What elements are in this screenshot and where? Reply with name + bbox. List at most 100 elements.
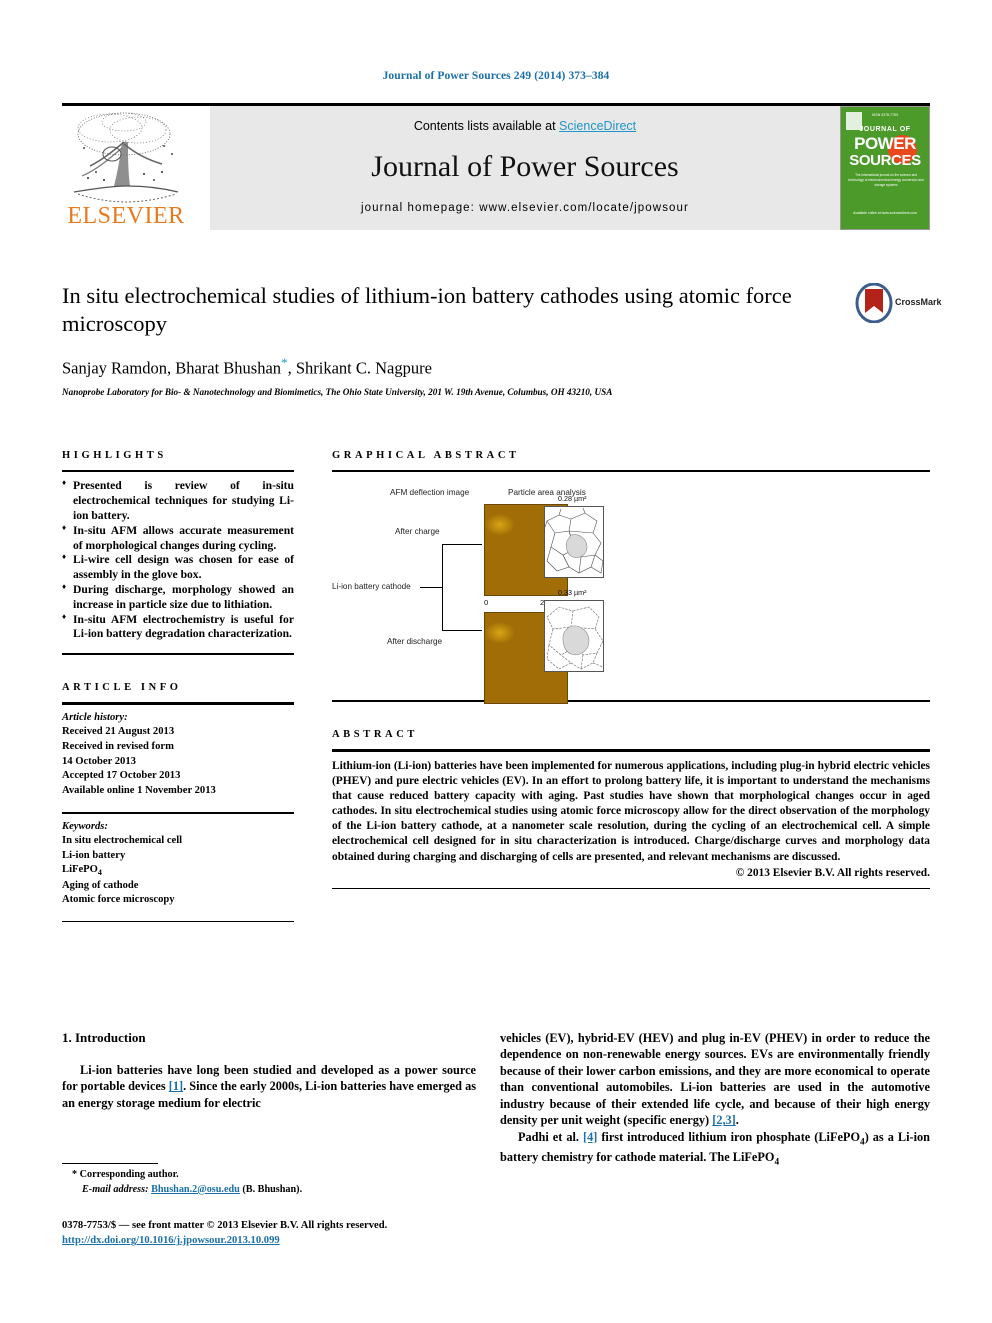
abstract-copyright: © 2013 Elsevier B.V. All rights reserved…	[735, 866, 930, 879]
journal-cover-thumbnail: ISSN 0378-7753 JOURNAL OF POWER SOURCES …	[840, 106, 930, 230]
issn-line: 0378-7753/$ — see front matter © 2013 El…	[62, 1220, 388, 1231]
highlights-list: Presented is review of in-situ electroch…	[62, 478, 294, 643]
keywords-block: Keywords: In situ electrochemical cell L…	[62, 820, 294, 908]
list-item: Presented is review of in-situ electroch…	[62, 478, 294, 523]
afm-scale-zero: 0	[484, 598, 489, 608]
cover-blurb: The international journal on the science…	[848, 173, 924, 187]
crossmark-badge[interactable]: CrossMark	[855, 283, 942, 327]
article-title: In situ electrochemical studies of lithi…	[62, 283, 792, 336]
body-column-right: vehicles (EV), hybrid-EV (HEV) and plug …	[500, 1030, 930, 1169]
ga-row-label-charge: After charge	[395, 527, 440, 537]
citation-4[interactable]: [4]	[583, 1130, 597, 1144]
email-link[interactable]: Bhushan.2@osu.edu	[151, 1184, 240, 1195]
particle-area-box-charge	[544, 506, 604, 579]
doi-link[interactable]: http://dx.doi.org/10.1016/j.jpowsour.201…	[62, 1235, 280, 1246]
keywords-bottom-rule	[62, 920, 294, 922]
ga-root-label: Li-ion battery cathode	[332, 582, 411, 592]
article-info-rule	[62, 702, 294, 705]
contents-prefix: Contents lists available at	[413, 119, 560, 133]
article-history-label: Article history:	[62, 711, 128, 723]
cover-bottom-text: Available online at www.sciencedirect.co…	[853, 211, 917, 216]
citation-1[interactable]: [1]	[169, 1079, 183, 1093]
highlights-rule	[62, 470, 294, 473]
history-item: Accepted 17 October 2013	[62, 770, 181, 782]
footnote-block: * Corresponding author. E-mail address: …	[62, 1168, 482, 1198]
intro-right-text-b: .	[735, 1113, 739, 1128]
history-item: Received 21 August 2013	[62, 726, 175, 738]
email-owner: (B. Bhushan).	[242, 1183, 303, 1195]
crossmark-icon	[855, 283, 893, 323]
elsevier-wordmark: ELSEVIER	[67, 203, 185, 229]
elsevier-logo: ELSEVIER	[62, 106, 190, 230]
highlights-bottom-rule	[62, 653, 294, 656]
authors-head: Sanjay Ramdon, Bharat Bhushan	[62, 358, 282, 378]
body-column-left: 1. Introduction Li-ion batteries have lo…	[62, 1030, 476, 1111]
history-item: 14 October 2013	[62, 755, 136, 767]
ga-row-label-discharge: After discharge	[387, 637, 443, 647]
graphical-abstract-figure: AFM deflection image Particle area analy…	[332, 482, 930, 705]
keywords-top-rule	[62, 812, 294, 814]
footnote-rule	[62, 1163, 158, 1165]
intro-paragraph-right-1: vehicles (EV), hybrid-EV (HEV) and plug …	[500, 1030, 930, 1129]
ga-column-label-afm: AFM deflection image	[390, 488, 470, 498]
cover-sources-text: SOURCES	[849, 152, 921, 169]
graphical-abstract-rule	[332, 470, 930, 473]
paper-page: Journal of Power Sources 249 (2014) 373–…	[0, 0, 992, 1323]
banner-center: Contents lists available at ScienceDirec…	[210, 106, 840, 230]
lifepo4-subscript-2: 4	[774, 1157, 780, 1168]
journal-banner: ELSEVIER Contents lists available at Sci…	[62, 106, 930, 230]
section-heading-introduction: 1. Introduction	[62, 1030, 146, 1045]
ga-connector-top	[442, 544, 482, 546]
keyword-item: Atomic force microscopy	[62, 894, 175, 906]
cover-power-text: POWER	[854, 134, 916, 153]
journal-title: Journal of Power Sources	[371, 150, 679, 183]
graphical-abstract-bottom-rule	[332, 700, 930, 703]
history-item: Available online 1 November 2013	[62, 784, 216, 796]
title-block: In situ electrochemical studies of lithi…	[62, 282, 852, 397]
keyword-item: LiFePO4	[62, 864, 102, 878]
abstract-rule	[332, 749, 930, 752]
list-item: In-situ AFM electrochemistry is useful f…	[62, 612, 294, 643]
contents-available-line: Contents lists available at ScienceDirec…	[210, 119, 840, 133]
citation-2-3[interactable]: [2,3]	[712, 1113, 736, 1127]
particle-outline-charge	[545, 508, 603, 574]
intro-paragraph-left: Li-ion batteries have long been studied …	[62, 1062, 476, 1111]
left-info-column: HIGHLIGHTS Presented is review of in-sit…	[62, 450, 294, 922]
right-info-column: GRAPHICAL ABSTRACT AFM deflection image …	[332, 450, 930, 889]
article-info-heading: ARTICLE INFO	[62, 682, 182, 694]
email-label: E-mail address:	[82, 1183, 149, 1195]
particle-area-box-discharge	[544, 600, 604, 673]
cover-journal-of: JOURNAL OF	[859, 126, 911, 133]
keyword-subscript: 4	[97, 868, 102, 878]
ga-connector-bottom	[442, 630, 482, 632]
keywords-label: Keywords:	[62, 820, 108, 832]
authors-tail: , Shrikant C. Nagpure	[287, 358, 432, 378]
particle-area-value-discharge: 0.33 µm²	[558, 588, 587, 598]
journal-homepage[interactable]: journal homepage: www.elsevier.com/locat…	[210, 202, 840, 214]
footer-block: 0378-7753/$ — see front matter © 2013 El…	[62, 1218, 562, 1249]
highlights-heading: HIGHLIGHTS	[62, 450, 167, 461]
ga-bracket-vertical	[442, 544, 443, 631]
sciencedirect-link[interactable]: ScienceDirect	[559, 119, 636, 133]
cover-issn: ISSN 0378-7753	[872, 113, 898, 117]
corresponding-author-note: * Corresponding author.	[72, 1169, 179, 1180]
list-item: During discharge, morphology showed an i…	[62, 582, 294, 613]
keyword-item: Aging of cathode	[62, 879, 139, 891]
author-list: Sanjay Ramdon, Bharat Bhushan*, Shrikant…	[62, 355, 852, 379]
particle-outline-discharge	[546, 606, 603, 670]
article-history-block: Article history: Received 21 August 2013…	[62, 711, 294, 799]
graphical-abstract-heading: GRAPHICAL ABSTRACT	[332, 450, 520, 461]
abstract-text: Lithium-ion (Li-ion) batteries have been…	[332, 759, 930, 863]
crossmark-label: CrossMark	[895, 297, 942, 307]
ga-connector-root	[420, 587, 442, 589]
list-item: Li-wire cell design was chosen for ease …	[62, 552, 294, 583]
keyword-item: In situ electrochemical cell	[62, 835, 183, 847]
abstract-heading: ABSTRACT	[332, 729, 418, 741]
affiliation: Nanoprobe Laboratory for Bio- & Nanotech…	[62, 386, 613, 397]
elsevier-tree-icon	[73, 112, 179, 203]
history-item: Received in revised form	[62, 740, 174, 752]
abstract-bottom-rule	[332, 887, 930, 889]
intro-paragraph-right-2: Padhi et al. [4] first introduced lithiu…	[500, 1129, 930, 1169]
running-head: Journal of Power Sources 249 (2014) 373–…	[382, 70, 610, 82]
keyword-item: Li-ion battery	[62, 849, 126, 861]
